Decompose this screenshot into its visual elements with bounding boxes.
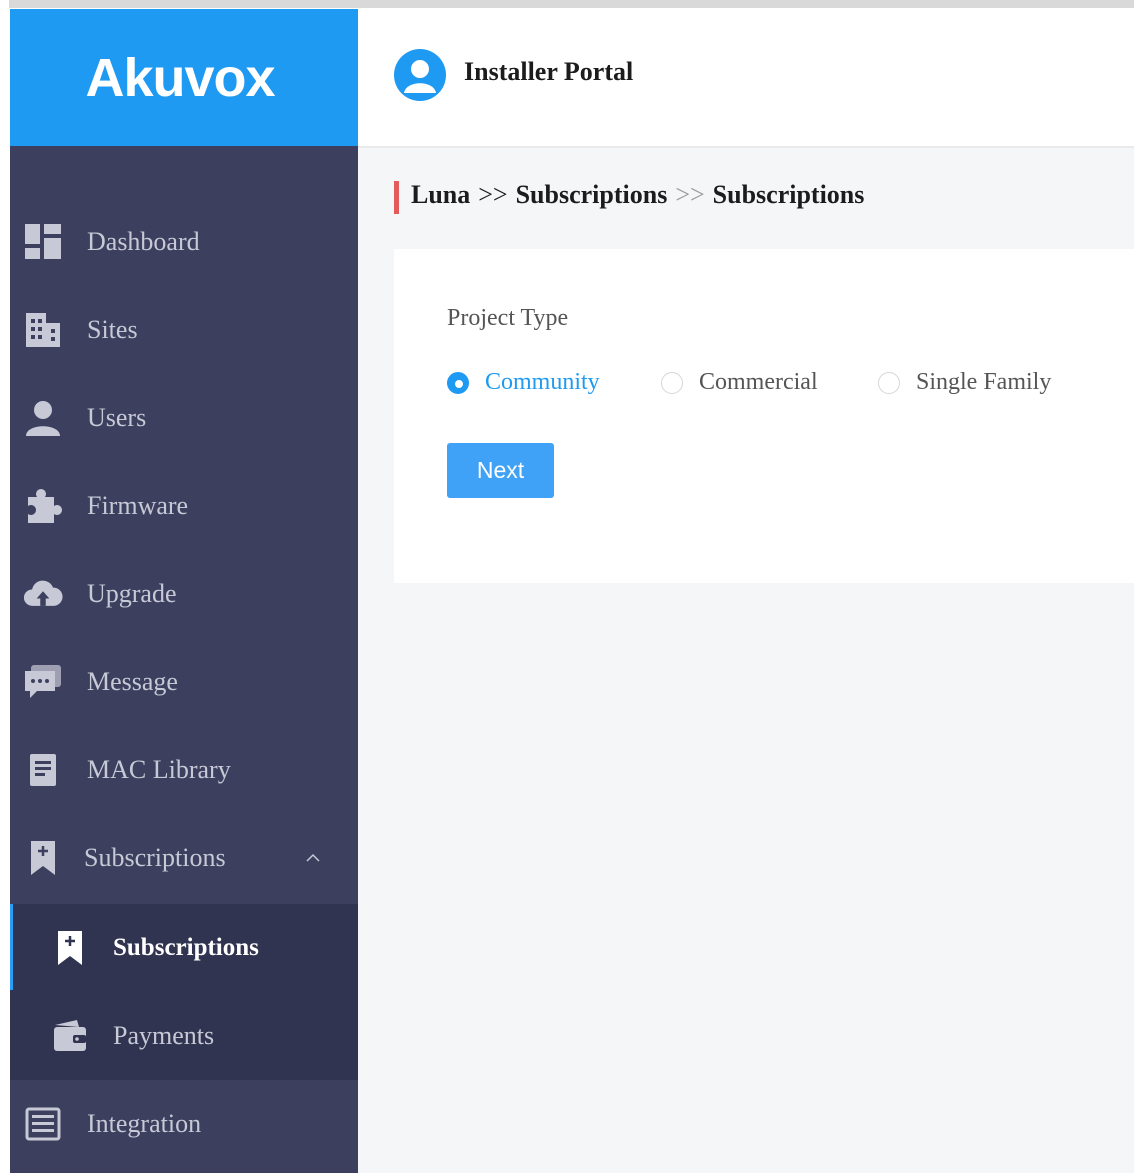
logo-area[interactable]: Akuvox [10, 9, 358, 146]
project-type-card: Project Type Community Commercial Single… [394, 249, 1134, 583]
breadcrumb-item-luna[interactable]: Luna [411, 180, 470, 209]
radio-commercial-button[interactable] [661, 371, 683, 394]
sidebar: Dashboard Sites Users Firmware Upgrade M… [10, 146, 358, 1173]
window-left-border [0, 0, 9, 1173]
bookmark-plus-icon [50, 928, 90, 968]
chevron-up-icon [306, 853, 320, 862]
puzzle-icon [23, 486, 63, 526]
main-content: Luna >> Subscriptions >> Subscriptions Proje… [358, 148, 1134, 1173]
sidebar-item-label: Users [87, 403, 147, 432]
breadcrumb: Luna >> Subscriptions >> Subscriptions [411, 180, 864, 210]
sidebar-item-dashboard[interactable]: Dashboard [10, 198, 358, 286]
radio-single-family[interactable]: Single Family [878, 369, 1051, 396]
sidebar-item-label: Firmware [87, 491, 189, 520]
akuvox-logo: Akuvox [85, 47, 275, 108]
sidebar-item-label: Sites [87, 315, 138, 344]
breadcrumb-separator: >> [675, 180, 705, 209]
submenu-item-payments[interactable]: Payments [10, 992, 358, 1080]
chat-icon [23, 662, 63, 702]
sidebar-item-integration[interactable]: Integration [10, 1080, 358, 1168]
submenu-item-label: Subscriptions [113, 934, 259, 961]
submenu-item-subscriptions[interactable]: Subscriptions [10, 904, 358, 992]
user-icon [23, 398, 63, 438]
radio-community-button[interactable] [447, 371, 469, 394]
submenu-item-label: Payments [113, 1021, 215, 1050]
sidebar-item-upgrade[interactable]: Upgrade [10, 550, 358, 638]
sidebar-item-subscriptions[interactable]: Subscriptions [10, 814, 358, 902]
bookmark-plus-icon [23, 838, 63, 878]
building-icon [23, 310, 63, 350]
project-type-label: Project Type [447, 305, 569, 331]
sidebar-item-label: Upgrade [87, 579, 177, 608]
sidebar-item-label: Subscriptions [84, 843, 226, 872]
radio-single-family-button[interactable] [878, 371, 900, 394]
radio-commercial[interactable]: Commercial [661, 369, 818, 396]
cloud-upload-icon [23, 574, 63, 614]
radio-community-label[interactable]: Community [485, 369, 600, 396]
sidebar-item-users[interactable]: Users [10, 374, 358, 462]
top-header: Installer Portal [358, 9, 1134, 148]
dashboard-icon [23, 222, 63, 262]
user-avatar-icon[interactable] [394, 49, 446, 101]
sidebar-item-label: Integration [87, 1109, 202, 1138]
window-top-border [0, 0, 1134, 8]
sidebar-item-label: Message [87, 667, 178, 696]
wallet-icon [50, 1016, 90, 1056]
document-icon [23, 750, 63, 790]
breadcrumb-separator: >> [478, 180, 508, 209]
sidebar-item-label: Dashboard [87, 227, 200, 256]
sidebar-item-sites[interactable]: Sites [10, 286, 358, 374]
radio-community[interactable]: Community [447, 369, 600, 396]
sidebar-item-message[interactable]: Message [10, 638, 358, 726]
breadcrumb-item-subscriptions-parent[interactable]: Subscriptions [516, 180, 668, 209]
radio-single-family-label[interactable]: Single Family [916, 369, 1051, 396]
portal-title: Installer Portal [464, 57, 634, 86]
sidebar-item-label: MAC Library [87, 755, 231, 784]
sidebar-item-mac-library[interactable]: MAC Library [10, 726, 358, 814]
sidebar-item-firmware[interactable]: Firmware [10, 462, 358, 550]
next-button[interactable]: Next [447, 443, 554, 498]
radio-commercial-label[interactable]: Commercial [699, 369, 818, 396]
list-icon [23, 1104, 63, 1144]
breadcrumb-accent [394, 181, 399, 214]
subscriptions-submenu: Subscriptions Payments [10, 904, 358, 1080]
breadcrumb-item-subscriptions-current: Subscriptions [712, 180, 865, 209]
